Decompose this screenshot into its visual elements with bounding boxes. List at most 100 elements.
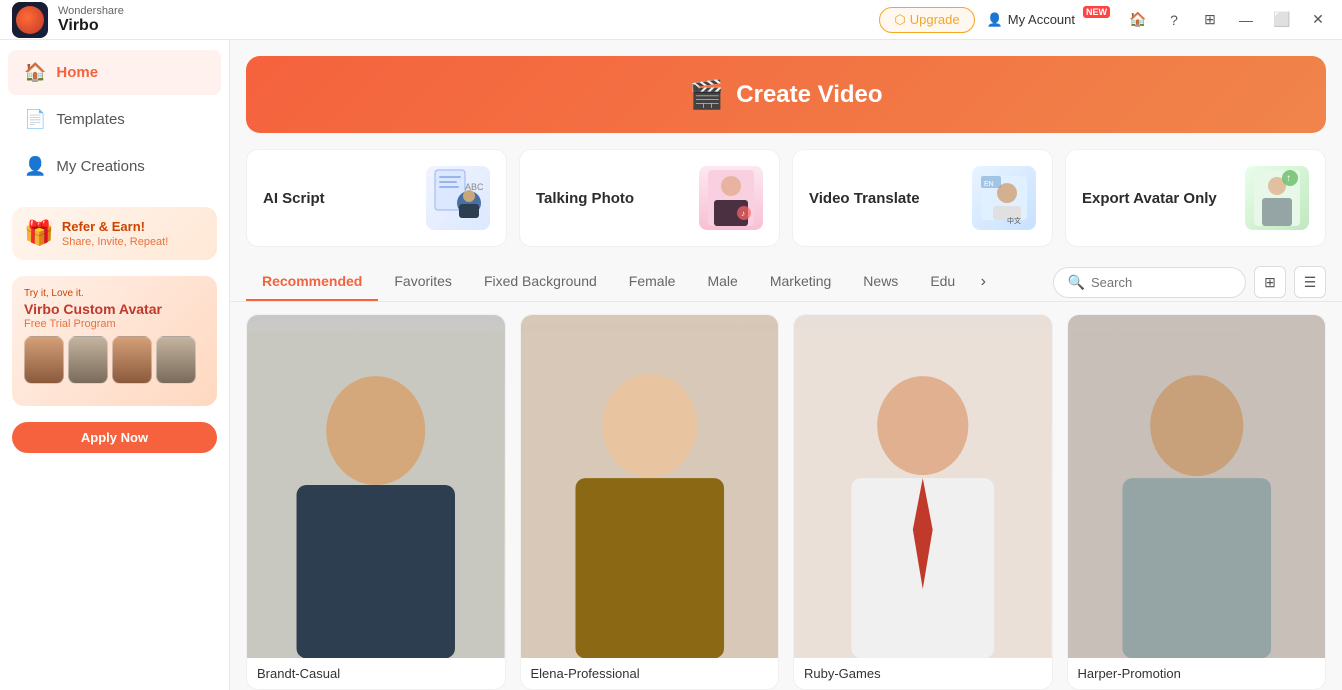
person-icon: 👤: [987, 12, 1003, 28]
create-video-icon: 🎬: [689, 78, 724, 111]
export-avatar-preview: ↑: [1245, 166, 1309, 230]
talking-photo-label: Talking Photo: [536, 190, 689, 207]
action-card-ai-script[interactable]: AI Script ABC: [246, 149, 507, 247]
avatar-name-3: Ruby-Games: [794, 658, 1052, 689]
avatar-card-1[interactable]: Brandt-Casual: [246, 314, 506, 690]
tab-edu[interactable]: Edu: [914, 263, 971, 301]
sidebar-item-label-home: Home: [56, 64, 98, 81]
my-account-button[interactable]: 👤 My Account: [987, 12, 1075, 28]
tab-news[interactable]: News: [847, 263, 914, 301]
avatar-image-3: [794, 315, 1052, 658]
avatar-card-2[interactable]: Elena-Professional: [520, 314, 780, 690]
tabs-expand-chevron[interactable]: ›: [971, 270, 995, 294]
filter-tabs-bar: Recommended Favorites Fixed Background F…: [230, 263, 1342, 302]
avatar-image-1: [247, 315, 505, 658]
talking-photo-preview: ♪: [699, 166, 763, 230]
avatar-grid: Brandt-Casual Elena-Professional: [230, 314, 1342, 690]
sidebar-item-my-creations[interactable]: 👤 My Creations: [8, 144, 221, 189]
create-video-label: Create Video: [736, 81, 882, 109]
app-name-text: Wondershare Virbo: [58, 5, 124, 35]
sidebar-item-label-creations: My Creations: [56, 158, 144, 175]
app-logo: [12, 2, 48, 38]
refer-earn-promo[interactable]: 🎁 Refer & Earn! Share, Invite, Repeat!: [12, 207, 217, 260]
search-icon: 🔍: [1068, 274, 1085, 291]
filter-icon-button-2[interactable]: ☰: [1294, 266, 1326, 298]
avatar-svg-1: [247, 315, 505, 658]
gift-icon: 🎁: [24, 219, 54, 248]
sidebar-item-templates[interactable]: 📄 Templates: [8, 97, 221, 142]
search-input[interactable]: [1091, 275, 1231, 290]
filter-icon-button-1[interactable]: ⊞: [1254, 266, 1286, 298]
promo2-try-label: Try it, Love it.: [24, 288, 205, 299]
sidebar-item-label-templates: Templates: [56, 111, 124, 128]
avatar-name-2: Elena-Professional: [521, 658, 779, 689]
action-card-video-translate[interactable]: Video Translate EN 中文: [792, 149, 1053, 247]
maximize-button[interactable]: ⬜: [1270, 8, 1294, 32]
templates-icon: 📄: [24, 109, 46, 130]
apply-now-button[interactable]: Apply Now: [12, 422, 217, 453]
svg-text:↑: ↑: [1286, 173, 1291, 184]
sidebar-nav: 🏠 Home 📄 Templates 👤 My Creations: [0, 40, 229, 199]
svg-text:EN: EN: [984, 181, 994, 188]
promo2-avatar-4: [156, 336, 196, 384]
svg-text:♪: ♪: [741, 209, 745, 218]
title-bar: Wondershare Virbo ⬡ Upgrade 👤 My Account…: [0, 0, 1342, 40]
tab-favorites[interactable]: Favorites: [378, 263, 468, 301]
help-icon-btn[interactable]: ?: [1162, 8, 1186, 32]
export-avatar-label: Export Avatar Only: [1082, 190, 1235, 207]
action-card-export-avatar[interactable]: Export Avatar Only ↑: [1065, 149, 1326, 247]
promo2-avatar-2: [68, 336, 108, 384]
app-branding: Wondershare Virbo: [12, 2, 124, 38]
app-logo-inner: [16, 6, 44, 34]
promo2-title: Virbo Custom Avatar: [24, 301, 205, 318]
promo1-title: Refer & Earn!: [62, 219, 168, 236]
action-card-talking-photo[interactable]: Talking Photo ♪: [519, 149, 780, 247]
tab-female[interactable]: Female: [613, 263, 692, 301]
avatar-svg-4: [1068, 315, 1326, 658]
promo1-text-block: Refer & Earn! Share, Invite, Repeat!: [62, 219, 168, 248]
sidebar-item-home[interactable]: 🏠 Home: [8, 50, 221, 95]
ai-script-thumbnail: ABC: [433, 168, 483, 228]
close-button[interactable]: ✕: [1306, 8, 1330, 32]
avatar-svg-2: [521, 315, 779, 658]
action-cards-row: AI Script ABC Talking Photo: [246, 149, 1326, 247]
video-translate-preview: EN 中文: [972, 166, 1036, 230]
create-video-banner[interactable]: 🎬 Create Video: [246, 56, 1326, 133]
filter-tabs-right: 🔍 ⊞ ☰: [1053, 266, 1326, 298]
home-icon: 🏠: [24, 62, 46, 83]
my-creations-icon: 👤: [24, 156, 46, 177]
avatar-name-1: Brandt-Casual: [247, 658, 505, 689]
custom-avatar-promo[interactable]: Try it, Love it. Virbo Custom Avatar Fre…: [12, 276, 217, 406]
promo2-avatar-3: [112, 336, 152, 384]
tab-male[interactable]: Male: [691, 263, 753, 301]
avatar-name-4: Harper-Promotion: [1068, 658, 1326, 689]
vendor-name: Wondershare: [58, 5, 124, 17]
search-box[interactable]: 🔍: [1053, 267, 1246, 298]
avatar-svg-3: [794, 315, 1052, 658]
grid-icon-btn[interactable]: ⊞: [1198, 8, 1222, 32]
upgrade-button[interactable]: ⬡ Upgrade: [879, 7, 974, 33]
avatar-card-4[interactable]: Harper-Promotion: [1067, 314, 1327, 690]
main-content: 🎬 Create Video AI Script ABC: [230, 40, 1342, 690]
main-layout: 🏠 Home 📄 Templates 👤 My Creations 🎁 Refe…: [0, 40, 1342, 690]
minimize-button[interactable]: —: [1234, 8, 1258, 32]
promo2-avatar-images: [24, 336, 205, 384]
ai-script-preview: ABC: [426, 166, 490, 230]
promo2-avatar-1: [24, 336, 64, 384]
export-avatar-thumbnail: ↑: [1252, 168, 1302, 228]
svg-text:中文: 中文: [1007, 216, 1021, 225]
title-bar-right: ⬡ Upgrade 👤 My Account NEW 🏠 ? ⊞ — ⬜ ✕: [879, 7, 1330, 33]
tab-fixed-background[interactable]: Fixed Background: [468, 263, 613, 301]
tab-recommended[interactable]: Recommended: [246, 263, 378, 301]
talking-photo-thumbnail: ♪: [706, 168, 756, 228]
icon-home-btn[interactable]: 🏠: [1126, 8, 1150, 32]
ai-script-label: AI Script: [263, 190, 416, 207]
avatar-image-2: [521, 315, 779, 658]
video-translate-label: Video Translate: [809, 190, 962, 207]
product-name: Virbo: [58, 17, 124, 35]
sidebar: 🏠 Home 📄 Templates 👤 My Creations 🎁 Refe…: [0, 40, 230, 690]
promo2-subtitle: Free Trial Program: [24, 318, 205, 330]
video-translate-thumbnail: EN 中文: [979, 168, 1029, 228]
tab-marketing[interactable]: Marketing: [754, 263, 847, 301]
avatar-card-3[interactable]: Ruby-Games: [793, 314, 1053, 690]
